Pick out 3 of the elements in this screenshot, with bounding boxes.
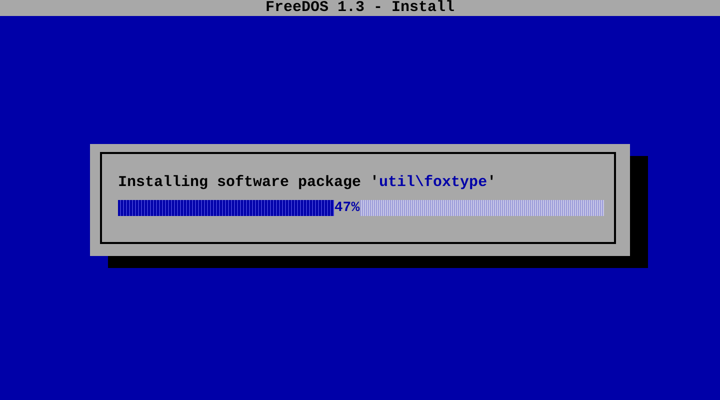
install-message: Installing software package 'util\foxtype' [118, 174, 498, 192]
progress-percent: 47% [334, 200, 360, 216]
window-title: FreeDOS 1.3 - Install [265, 0, 455, 16]
